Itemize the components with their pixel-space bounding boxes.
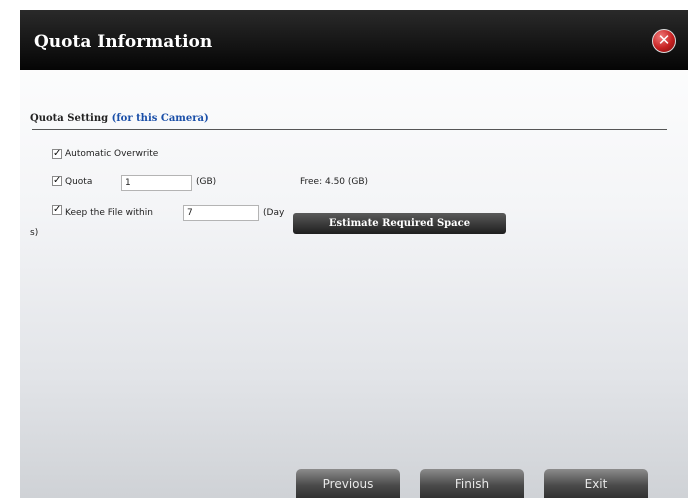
keep-file-label: Keep the File within — [65, 208, 153, 218]
section-subtitle: (for this Camera) — [111, 113, 209, 124]
free-space-text: Free: 4.50 (GB) — [300, 177, 369, 187]
section-title: Quota Setting — [30, 113, 109, 124]
previous-button[interactable]: Previous — [296, 469, 400, 498]
keep-file-unit-part1: (Day — [263, 208, 285, 218]
quota-information-dialog: Quota Information ✕ Quota Setting (for t… — [20, 10, 688, 498]
title-bar: Quota Information ✕ — [20, 10, 688, 70]
dialog-title: Quota Information — [34, 32, 213, 52]
section-divider — [32, 129, 667, 130]
exit-button[interactable]: Exit — [544, 469, 648, 498]
keep-file-unit-part2: s) — [30, 228, 39, 238]
quota-input[interactable]: 1 — [121, 175, 192, 191]
estimate-required-space-button[interactable]: Estimate Required Space — [293, 213, 506, 234]
auto-overwrite-label: Automatic Overwrite — [65, 149, 159, 159]
finish-button[interactable]: Finish — [420, 469, 524, 498]
quota-checkbox[interactable]: ✓ — [52, 176, 62, 186]
auto-overwrite-checkbox[interactable]: ✓ — [52, 149, 62, 159]
keep-file-days-input[interactable]: 7 — [183, 205, 259, 221]
close-button[interactable]: ✕ — [652, 29, 676, 53]
quota-unit: (GB) — [196, 177, 217, 187]
section-heading: Quota Setting (for this Camera) — [30, 113, 209, 124]
keep-file-checkbox[interactable]: ✓ — [52, 205, 62, 215]
close-icon: ✕ — [657, 31, 671, 49]
quota-label: Quota — [65, 177, 93, 187]
